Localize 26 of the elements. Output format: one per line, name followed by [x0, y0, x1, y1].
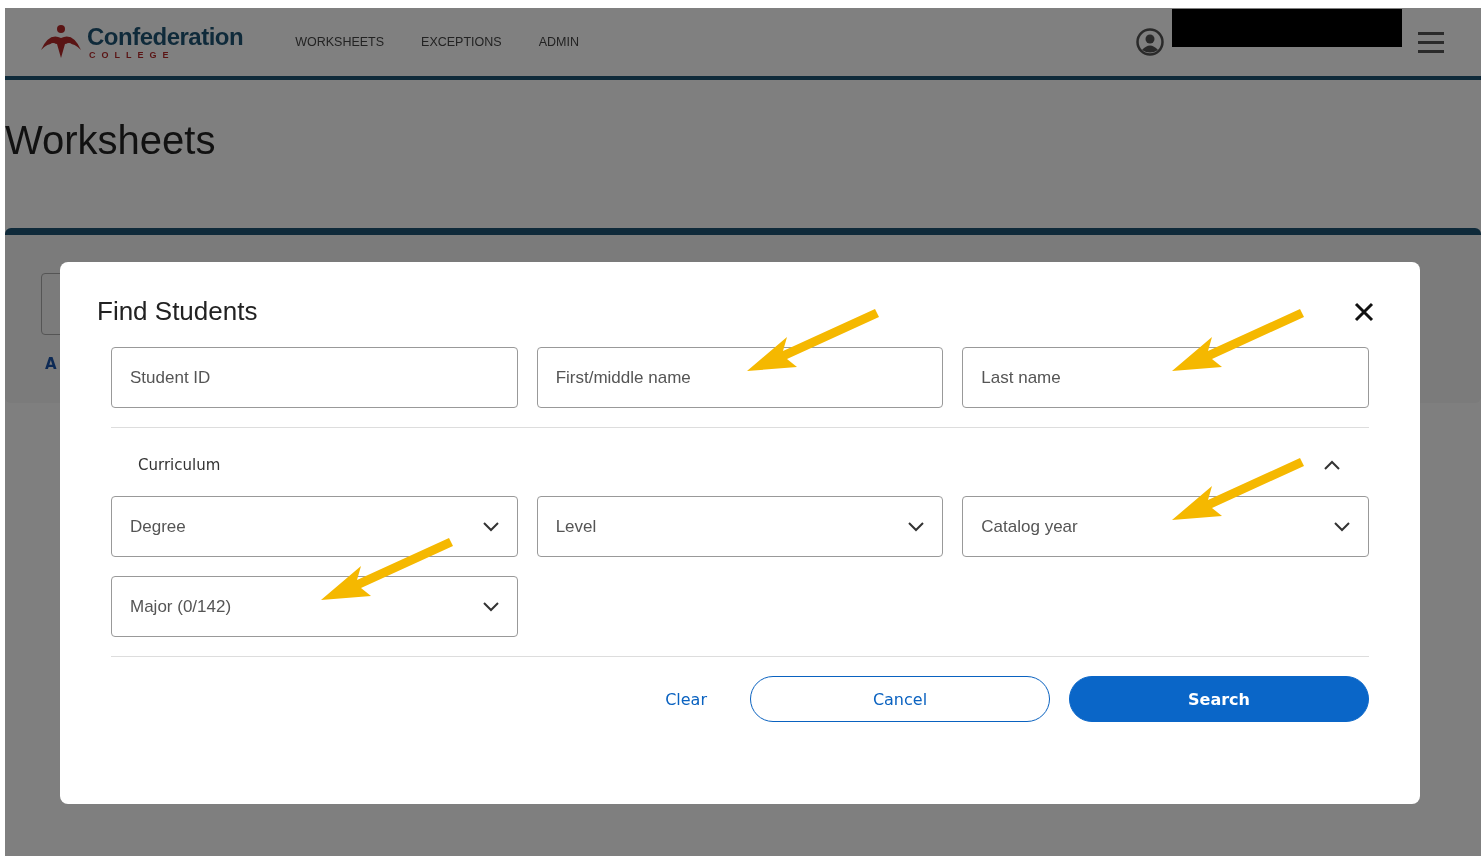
action-button[interactable]: Search: [1069, 676, 1369, 722]
dropdown-field[interactable]: Major (0/142): [111, 576, 518, 637]
chevron-icon[interactable]: [1323, 459, 1341, 471]
dialog-title: Find Students: [97, 296, 258, 327]
action-button[interactable]: Cancel: [750, 676, 1050, 722]
chevron-down-icon: [1334, 521, 1350, 532]
dropdown-field[interactable]: Degree: [111, 496, 518, 557]
text-field[interactable]: Student ID: [111, 347, 518, 408]
close-icon[interactable]: [1354, 301, 1374, 322]
dropdown-field[interactable]: Catalog year: [962, 496, 1369, 557]
page-title: Worksheets: [5, 118, 217, 164]
nav-link[interactable]: WORKSHEETS: [295, 35, 385, 49]
clear-link[interactable]: Clear: [641, 676, 731, 722]
user-avatar-icon[interactable]: [1136, 28, 1164, 56]
nav-link[interactable]: EXCEPTIONS: [421, 35, 502, 49]
logo-subtitle: COLLEGE: [89, 50, 176, 60]
chevron-down-icon: [482, 521, 499, 532]
logo-name: Confederation: [87, 24, 244, 50]
chevron-down-icon: [482, 601, 499, 612]
text-field[interactable]: First/middle name: [536, 347, 944, 408]
nav-link[interactable]: ADMIN: [538, 35, 579, 49]
menu-icon[interactable]: [1418, 31, 1444, 53]
dropdown-field[interactable]: Level: [536, 496, 944, 557]
text-field[interactable]: Last name: [962, 347, 1369, 408]
section-label: Curriculum: [138, 456, 221, 474]
chevron-down-icon: [908, 521, 925, 532]
